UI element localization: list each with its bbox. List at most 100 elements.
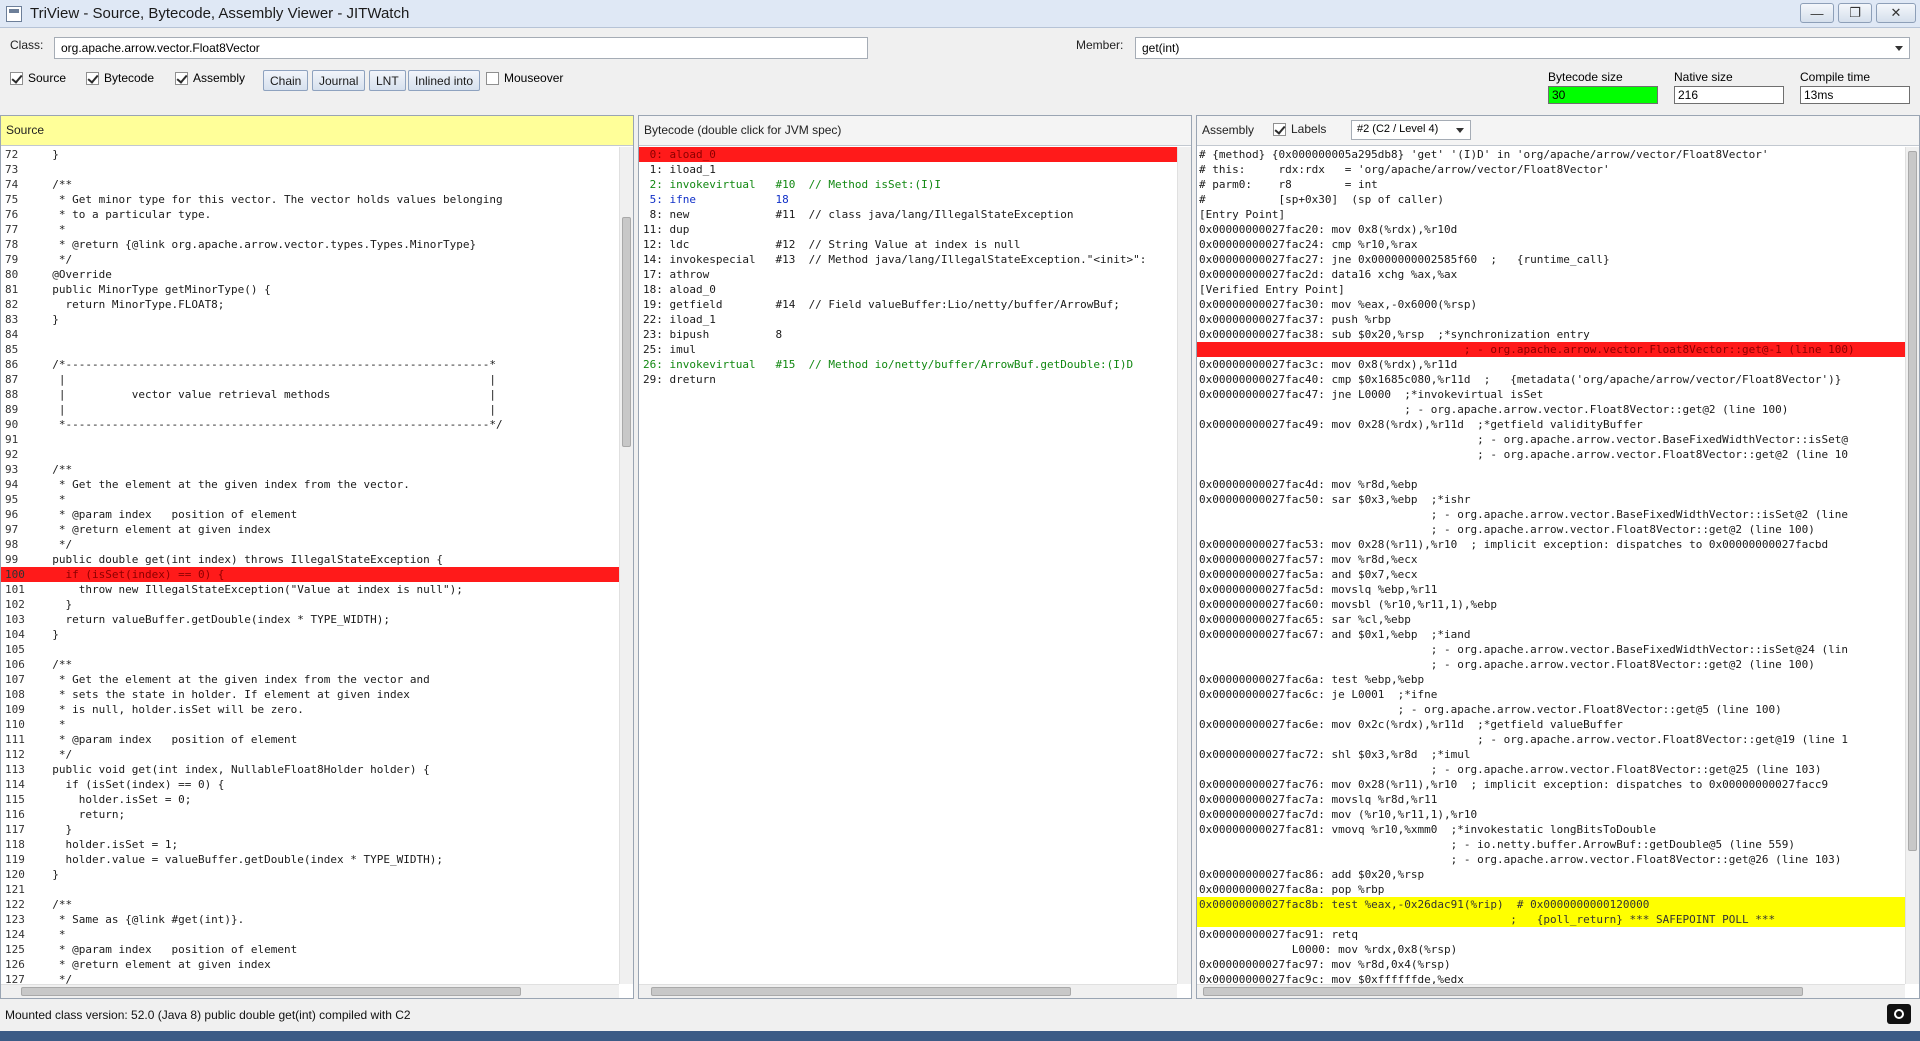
source-line[interactable]: 108 * sets the state in holder. If eleme… <box>1 687 619 702</box>
assembly-line[interactable]: 0x00000000027fac97: mov %r8d,0x4(%rsp) <box>1197 957 1905 972</box>
assembly-line[interactable]: ; - org.apache.arrow.vector.Float8Vector… <box>1197 762 1905 777</box>
assembly-line[interactable]: 0x00000000027fac8a: pop %rbp <box>1197 882 1905 897</box>
source-line[interactable]: 89 | | <box>1 402 619 417</box>
assembly-line[interactable]: ; - org.apache.arrow.vector.Float8Vector… <box>1197 342 1905 357</box>
assembly-checkbox[interactable]: Assembly <box>175 71 245 85</box>
assembly-line[interactable]: 0x00000000027fac8b: test %eax,-0x26dac91… <box>1197 897 1905 912</box>
assembly-line[interactable]: ; - org.apache.arrow.vector.Float8Vector… <box>1197 852 1905 867</box>
source-line[interactable]: 105 <box>1 642 619 657</box>
bytecode-instruction[interactable]: 5: ifne 18 <box>639 192 1177 207</box>
source-line[interactable]: 77 * <box>1 222 619 237</box>
assembly-line[interactable]: ; - org.apache.arrow.vector.BaseFixedWid… <box>1197 507 1905 522</box>
source-line[interactable]: 115 holder.isSet = 0; <box>1 792 619 807</box>
source-line[interactable]: 93 /** <box>1 462 619 477</box>
assembly-horizontal-scrollbar[interactable] <box>1197 984 1905 998</box>
bytecode-vertical-scrollbar[interactable] <box>1177 147 1191 984</box>
source-line[interactable]: 73 <box>1 162 619 177</box>
assembly-line[interactable]: # [sp+0x30] (sp of caller) <box>1197 192 1905 207</box>
source-line[interactable]: 83 } <box>1 312 619 327</box>
assembly-line[interactable]: 0x00000000027fac5d: movslq %ebp,%r11 <box>1197 582 1905 597</box>
source-checkbox[interactable]: Source <box>10 71 66 85</box>
source-line[interactable]: 109 * is null, holder.isSet will be zero… <box>1 702 619 717</box>
assembly-line[interactable]: 0x00000000027fac6e: mov 0x2c(%rdx),%r11d… <box>1197 717 1905 732</box>
bytecode-instruction[interactable]: 19: getfield #14 // Field valueBuffer:Li… <box>639 297 1177 312</box>
mouseover-checkbox[interactable]: Mouseover <box>486 71 563 85</box>
assembly-line[interactable]: 0x00000000027fac76: mov 0x28(%r11),%r10 … <box>1197 777 1905 792</box>
bytecode-instruction[interactable]: 12: ldc #12 // String Value at index is … <box>639 237 1177 252</box>
assembly-line[interactable]: ; - org.apache.arrow.vector.BaseFixedWid… <box>1197 432 1905 447</box>
source-line[interactable]: 116 return; <box>1 807 619 822</box>
assembly-line[interactable]: 0x00000000027fac67: and $0x1,%ebp ;*iand <box>1197 627 1905 642</box>
source-line[interactable]: 113 public void get(int index, NullableF… <box>1 762 619 777</box>
lnt-button[interactable]: LNT <box>369 70 406 91</box>
assembly-line[interactable]: [Entry Point] <box>1197 207 1905 222</box>
assembly-line[interactable]: # parm0: r8 = int <box>1197 177 1905 192</box>
source-line[interactable]: 94 * Get the element at the given index … <box>1 477 619 492</box>
assembly-line[interactable]: 0x00000000027fac3c: mov 0x8(%rdx),%r11d <box>1197 357 1905 372</box>
bytecode-instruction[interactable]: 11: dup <box>639 222 1177 237</box>
assembly-line[interactable]: 0x00000000027fac37: push %rbp <box>1197 312 1905 327</box>
scrollbar-thumb[interactable] <box>21 987 521 996</box>
assembly-line[interactable]: 0x00000000027fac7d: mov (%r10,%r11,1),%r… <box>1197 807 1905 822</box>
source-line[interactable]: 122 /** <box>1 897 619 912</box>
bytecode-instruction[interactable]: 8: new #11 // class java/lang/IllegalSta… <box>639 207 1177 222</box>
assembly-line[interactable]: 0x00000000027fac47: jne L0000 ;*invokevi… <box>1197 387 1905 402</box>
assembly-line[interactable]: 0x00000000027fac7a: movslq %r8d,%r11 <box>1197 792 1905 807</box>
source-line[interactable]: 114 if (isSet(index) == 0) { <box>1 777 619 792</box>
source-line[interactable]: 101 throw new IllegalStateException("Val… <box>1 582 619 597</box>
assembly-line[interactable]: [Verified Entry Point] <box>1197 282 1905 297</box>
source-line[interactable]: 110 * <box>1 717 619 732</box>
class-input[interactable]: org.apache.arrow.vector.Float8Vector <box>54 37 868 59</box>
assembly-line[interactable]: 0x00000000027fac40: cmp $0x1685c080,%r11… <box>1197 372 1905 387</box>
assembly-area[interactable]: # {method} {0x000000005a295db8} 'get' '(… <box>1197 147 1905 984</box>
source-line[interactable]: 124 * <box>1 927 619 942</box>
assembly-line[interactable]: 0x00000000027fac86: add $0x20,%rsp <box>1197 867 1905 882</box>
source-line[interactable]: 104 } <box>1 627 619 642</box>
maximize-button[interactable]: ❐ <box>1838 3 1872 23</box>
source-line[interactable]: 84 <box>1 327 619 342</box>
assembly-line[interactable]: 0x00000000027fac91: retq <box>1197 927 1905 942</box>
assembly-line[interactable]: 0x00000000027fac9c: mov $0xffffffde,%edx <box>1197 972 1905 984</box>
source-line[interactable]: 102 } <box>1 597 619 612</box>
chain-button[interactable]: Chain <box>263 70 309 91</box>
source-line[interactable]: 121 <box>1 882 619 897</box>
source-line[interactable]: 81 public MinorType getMinorType() { <box>1 282 619 297</box>
assembly-line[interactable]: # {method} {0x000000005a295db8} 'get' '(… <box>1197 147 1905 162</box>
assembly-line[interactable]: ; - org.apache.arrow.vector.Float8Vector… <box>1197 522 1905 537</box>
source-horizontal-scrollbar[interactable] <box>1 984 619 998</box>
source-line[interactable]: 107 * Get the element at the given index… <box>1 672 619 687</box>
source-line[interactable]: 111 * @param index position of element <box>1 732 619 747</box>
member-select[interactable]: get(int) <box>1135 37 1910 59</box>
source-line[interactable]: 74 /** <box>1 177 619 192</box>
source-line[interactable]: 91 <box>1 432 619 447</box>
bytecode-instruction[interactable]: 2: invokevirtual #10 // Method isSet:(I)… <box>639 177 1177 192</box>
source-line[interactable]: 103 return valueBuffer.getDouble(index *… <box>1 612 619 627</box>
source-line[interactable]: 126 * @return element at given index <box>1 957 619 972</box>
assembly-line[interactable]: 0x00000000027fac5a: and $0x7,%ecx <box>1197 567 1905 582</box>
bytecode-instruction[interactable]: 18: aload_0 <box>639 282 1177 297</box>
bytecode-horizontal-scrollbar[interactable] <box>639 984 1177 998</box>
bytecode-checkbox[interactable]: Bytecode <box>86 71 154 85</box>
source-line[interactable]: 76 * to a particular type. <box>1 207 619 222</box>
assembly-line[interactable]: ; - org.apache.arrow.vector.BaseFixedWid… <box>1197 642 1905 657</box>
labels-checkbox[interactable]: Labels <box>1273 122 1326 136</box>
source-vertical-scrollbar[interactable] <box>619 147 633 984</box>
source-line[interactable]: 87 | | <box>1 372 619 387</box>
minimize-button[interactable]: — <box>1800 3 1834 23</box>
bytecode-instruction[interactable]: 29: dreturn <box>639 372 1177 387</box>
source-line[interactable]: 112 */ <box>1 747 619 762</box>
source-line[interactable]: 97 * @return element at given index <box>1 522 619 537</box>
bytecode-instruction[interactable]: 25: imul <box>639 342 1177 357</box>
assembly-line[interactable]: 0x00000000027fac30: mov %eax,-0x6000(%rs… <box>1197 297 1905 312</box>
source-line[interactable]: 100 if (isSet(index) == 0) { <box>1 567 619 582</box>
source-line[interactable]: 120 } <box>1 867 619 882</box>
source-line[interactable]: 86 /*-----------------------------------… <box>1 357 619 372</box>
assembly-line[interactable]: ; - io.netty.buffer.ArrowBuf::getDouble@… <box>1197 837 1905 852</box>
bytecode-instruction[interactable]: 0: aload_0 <box>639 147 1177 162</box>
close-button[interactable]: ✕ <box>1876 3 1916 23</box>
assembly-line[interactable]: ; - org.apache.arrow.vector.Float8Vector… <box>1197 447 1905 462</box>
assembly-line[interactable]: 0x00000000027fac50: sar $0x3,%ebp ;*ishr <box>1197 492 1905 507</box>
assembly-line[interactable] <box>1197 462 1905 477</box>
journal-button[interactable]: Journal <box>312 70 366 91</box>
source-line[interactable]: 82 return MinorType.FLOAT8; <box>1 297 619 312</box>
